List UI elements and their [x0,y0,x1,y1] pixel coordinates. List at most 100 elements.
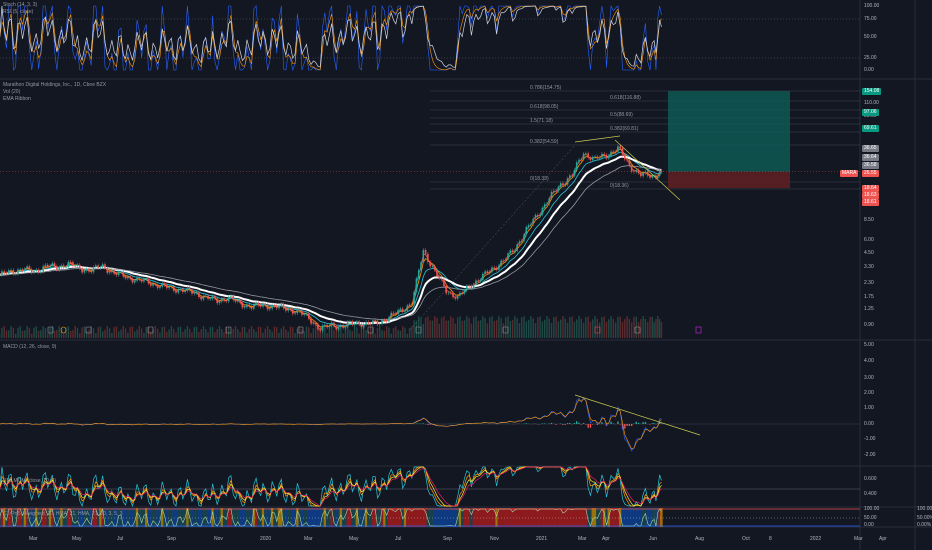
candle-body [156,284,159,289]
long-position-target-zone [668,91,790,172]
volume-bar [388,327,390,338]
price-axis-label: 1.75 [864,294,874,300]
candle-body [145,278,148,280]
candle-body [204,295,207,297]
fib-level-label: 1.5(71.18) [530,118,553,124]
volume-bar [172,328,175,338]
volume-bar [285,329,287,338]
stoch-axis-label: 100.00 [864,3,880,9]
volume-bar [42,326,44,338]
candle-body [291,309,294,314]
candle-body [143,279,145,282]
volume-bar [548,318,550,338]
ema-label: EMA Ribbon [3,96,31,102]
candle-body [195,292,198,294]
candle-body [550,191,553,199]
candle-body [218,301,221,304]
candle-body [395,313,397,315]
volume-bar [5,330,8,338]
volume-bar [353,326,356,338]
candle-body [514,250,516,252]
candle-body [250,306,253,309]
candle-body [129,276,131,279]
volume-bar [397,330,399,338]
volume-bar [491,316,493,338]
candle-body [21,269,24,272]
volume-bar [514,316,516,338]
candle-body [415,278,418,292]
price-tag-green: 69.61 [862,125,879,132]
macd-axis-label: 1.00 [864,405,874,411]
volume-bar [436,317,438,338]
macd-histogram-bar [649,424,651,425]
price-tag-red: 18.63 [862,192,879,199]
candle-body [337,326,340,330]
macd-histogram-bar [651,423,653,424]
candle-body [62,265,65,268]
candle-body [564,184,567,186]
bottom-heat-bar [273,508,276,527]
candle-body [193,292,196,294]
bottom-axis-pct-label: 0.00% [917,522,932,528]
bottom-heat-bar [630,508,633,527]
volume-bar [154,326,157,338]
vol-label: Vol (20) [3,89,21,95]
macd-trendline [574,394,701,436]
candle-body [612,151,615,153]
volume-bar [495,320,498,338]
candle-body [356,321,358,324]
bottom-heat-bar [403,508,407,527]
bottom-heat-bar [506,508,510,527]
macd-histogram-bar [582,422,585,424]
bottom-heat-bar [417,508,420,527]
candle-body [626,159,628,161]
candle-body [232,295,235,300]
bottom-heat-bar [309,508,313,527]
candle-body [422,249,425,263]
candle-body [452,292,454,298]
bottom-heat-bar [543,508,546,527]
volume-bar [17,327,19,338]
volume-bar [47,333,49,338]
bottom-heat-bar [314,508,317,527]
candle-body [35,269,38,271]
volume-bar [289,326,292,338]
candle-body [278,305,280,309]
volume-bar [466,316,468,338]
bottom-heat-bar [458,508,462,527]
volume-bar [44,327,47,338]
volume-bar [262,332,264,338]
volume-bar [191,332,193,338]
volume-bar [324,327,326,338]
bottom-heat-bar [660,508,663,527]
volume-bar [479,320,482,338]
volume-bar [532,318,534,338]
bottom-heat-bar [470,508,473,527]
volume-bar [557,321,560,338]
candle-body [220,298,223,302]
volume-bar [179,326,182,338]
candle-body [509,250,512,254]
volume-bar [170,326,173,338]
volume-bar [637,322,640,338]
bottom-heat-bar [291,508,294,527]
candle-body [246,304,248,308]
volume-bar [250,326,253,338]
time-axis-label: Nov [490,536,499,542]
chart-canvas[interactable] [0,0,932,550]
candle-body [12,269,15,274]
candle-body [530,224,532,226]
candle-body [175,290,177,293]
fib-level-label: 0.382(54.59) [530,139,559,145]
volume-bar [434,316,436,338]
volume-bar [596,318,599,338]
volume-bar [635,316,637,338]
candle-body [111,270,113,273]
candle-body [445,286,447,294]
macd-histogram-bar [427,424,429,425]
bottom-heat-bar [190,508,194,527]
bottom-heat-bar [367,508,370,527]
candle-body [99,267,102,268]
bottom-heat-bar [151,508,155,527]
bottom-heat-bar [495,508,498,527]
